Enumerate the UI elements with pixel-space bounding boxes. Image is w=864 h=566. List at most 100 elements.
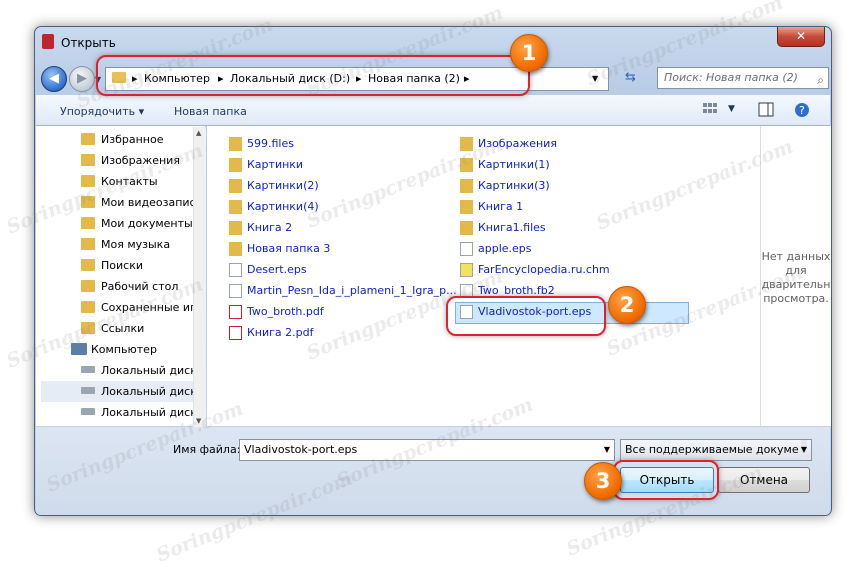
nav-item-documents[interactable]: Мои документы [101,213,193,234]
list-item[interactable]: Картинки(1) [460,155,550,175]
list-item[interactable]: FarEncyclopedia.ru.chm [460,260,610,280]
folder-icon [81,322,95,334]
search-area: Поиск: Новая папка (2) ⌕ [625,67,829,89]
folder-icon [81,238,95,250]
close-button[interactable]: ✕ [777,27,825,47]
folder-icon [460,137,473,151]
filetype-select[interactable]: Все поддерживаемые докуме ▼ [620,439,812,461]
folder-icon [229,242,242,256]
folder-icon [229,158,242,172]
preview-line: Нет данных [761,250,831,263]
folder-icon [81,175,95,187]
filetype-value: Все поддерживаемые докуме [625,443,799,456]
help-icon[interactable]: ? [794,102,810,121]
filename-value: Vladivostok-port.eps [244,443,358,456]
nav-item-music[interactable]: Моя музыка [101,234,170,255]
list-item[interactable]: Картинки(3) [460,176,550,196]
filename-input[interactable]: Vladivostok-port.eps ▼ [239,439,615,461]
folder-icon [460,158,473,172]
preview-line: для [785,264,807,277]
filetype-dropdown-icon[interactable]: ▼ [800,440,807,460]
drive-icon [81,387,95,394]
callout-box-file [446,296,606,336]
search-input[interactable]: Поиск: Новая папка (2) ⌕ [657,67,829,89]
folder-icon [229,221,242,235]
file-icon [229,284,242,298]
folder-icon [81,280,95,292]
list-item[interactable]: Картинки(2) [229,176,319,196]
callout-badge: 1 [510,34,548,72]
search-placeholder: Поиск: Новая папка (2) [664,71,798,84]
nav-item-contacts[interactable]: Контакты [101,171,158,192]
pdf-icon [229,305,242,319]
app-icon [42,34,54,49]
drive-icon [81,408,95,415]
scroll-up-icon[interactable]: ▲ [196,129,201,137]
list-item[interactable]: Two_broth.pdf [229,302,324,322]
view-icon[interactable] [702,102,718,119]
list-item[interactable]: 599.files [229,134,294,154]
address-dropdown-icon[interactable]: ▼ [592,74,598,83]
nav-item-favorites[interactable]: Избранное [101,129,163,150]
list-item[interactable]: Desert.eps [229,260,307,280]
folder-icon [81,154,95,166]
list-item[interactable]: Новая папка 3 [229,239,330,259]
svg-text:?: ? [799,104,805,117]
nav-item-computer[interactable]: Компьютер [91,339,157,360]
organize-button[interactable]: Упорядочить ▾ [60,105,144,118]
preview-line: просмотра. [763,292,829,305]
folder-icon [229,179,242,193]
dialog-title: Открыть [61,36,116,50]
command-bar: Упорядочить ▾ Новая папка ▼ ? [36,95,830,126]
callout-box-address [96,55,530,96]
list-item[interactable]: Изображения [460,134,557,154]
scroll-down-icon[interactable]: ▼ [196,417,201,425]
callout-badge: 3 [584,462,622,500]
filename-label: Имя файла: [173,443,241,456]
nav-item-searches[interactable]: Поиски [101,255,143,276]
nav-item-videos[interactable]: Мои видеозапис [101,192,196,213]
folder-icon [460,221,473,235]
nav-item-pictures[interactable]: Изображения [101,150,180,171]
list-item[interactable]: Книга1.files [460,218,546,238]
nav-item-links[interactable]: Ссылки [101,318,144,339]
file-icon [460,242,473,256]
nav-item-local-disk[interactable]: Локальный диск [101,360,197,381]
back-button[interactable]: ◀ [41,66,67,92]
preview-pane-icon[interactable] [758,102,774,120]
preview-pane: Нет данных для дварительн просмотра. [760,126,831,426]
list-item[interactable]: Книга 2.pdf [229,323,314,343]
drive-icon [81,366,95,373]
nav-scrollbar[interactable]: ▲ ▼ [193,127,206,427]
callout-badge: 2 [608,286,646,324]
list-item[interactable]: Martin_Pesn_Ida_i_plameni_1_Igra_p... [229,281,457,301]
callout-box-open [613,460,719,500]
folder-icon [229,200,242,214]
cancel-button[interactable]: Отмена [718,467,810,493]
list-item[interactable]: Книга 1 [460,197,523,217]
search-icon[interactable]: ⌕ [817,70,824,90]
folder-icon [81,217,95,229]
folder-icon [81,133,95,145]
folder-icon [460,179,473,193]
help-file-icon [460,263,473,277]
nav-item-local-disk[interactable]: Локальный диск [101,402,197,423]
computer-icon [71,343,87,355]
open-dialog: Открыть ✕ ◀ ▶ ▼ ▸ Компьютер ▸ Локальный … [34,26,832,516]
folder-icon [229,137,242,151]
folder-icon [81,301,95,313]
list-item[interactable]: Книга 2 [229,218,292,238]
nav-item-saved-games[interactable]: Сохраненные иг [101,297,196,318]
forward-button[interactable]: ▶ [69,66,95,92]
filename-dropdown-icon[interactable]: ▼ [604,440,610,460]
folder-icon [81,196,95,208]
list-item[interactable]: Картинки [229,155,303,175]
view-dropdown-icon[interactable]: ▼ [728,104,735,114]
list-item[interactable]: apple.eps [460,239,532,259]
preview-line: дварительн [761,278,831,291]
new-folder-button[interactable]: Новая папка [174,105,247,118]
list-item[interactable]: Картинки(4) [229,197,319,217]
nav-item-desktop[interactable]: Рабочий стол [101,276,178,297]
file-icon [229,263,242,277]
nav-item-local-disk-selected[interactable]: Локальный диск [101,381,197,402]
